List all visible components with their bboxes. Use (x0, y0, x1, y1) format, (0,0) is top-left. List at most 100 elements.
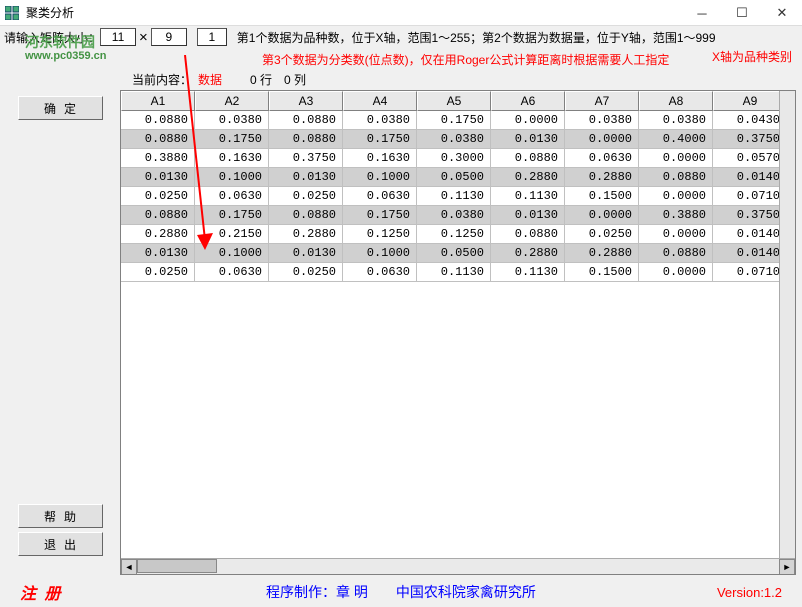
table-cell[interactable]: 0.0130 (121, 168, 195, 187)
table-cell[interactable]: 0.1000 (343, 168, 417, 187)
table-cell[interactable]: 0.2880 (491, 168, 565, 187)
column-header[interactable]: A8 (639, 91, 713, 111)
scroll-left-button[interactable]: ◄ (121, 559, 137, 575)
table-cell[interactable]: 0.1500 (565, 263, 639, 282)
table-cell[interactable]: 0.1130 (417, 187, 491, 206)
table-cell[interactable]: 0.2880 (565, 244, 639, 263)
table-cell[interactable]: 0.0380 (565, 111, 639, 130)
table-cell[interactable]: 0.0630 (343, 187, 417, 206)
table-cell[interactable]: 0.0880 (639, 168, 713, 187)
table-cell[interactable]: 0.0250 (269, 187, 343, 206)
help-button[interactable]: 帮助 (18, 504, 103, 528)
table-cell[interactable]: 0.1500 (565, 187, 639, 206)
table-cell[interactable]: 0.1750 (195, 206, 269, 225)
cols-input[interactable] (151, 28, 187, 46)
table-cell[interactable]: 0.1130 (491, 263, 565, 282)
table-cell[interactable]: 0.0710 (713, 187, 787, 206)
vertical-scrollbar[interactable] (779, 91, 795, 558)
scroll-right-button[interactable]: ► (779, 559, 795, 575)
table-cell[interactable]: 0.0130 (269, 168, 343, 187)
table-cell[interactable]: 0.0250 (269, 263, 343, 282)
table-cell[interactable]: 0.1130 (417, 263, 491, 282)
column-header[interactable]: A4 (343, 91, 417, 111)
table-cell[interactable]: 0.0140 (713, 168, 787, 187)
table-cell[interactable]: 0.0130 (491, 206, 565, 225)
column-header[interactable]: A9 (713, 91, 787, 111)
table-cell[interactable]: 0.0630 (565, 149, 639, 168)
table-cell[interactable]: 0.0880 (121, 130, 195, 149)
column-header[interactable]: A7 (565, 91, 639, 111)
table-cell[interactable]: 0.0000 (491, 111, 565, 130)
column-header[interactable]: A2 (195, 91, 269, 111)
table-cell[interactable]: 0.1630 (343, 149, 417, 168)
column-header[interactable]: A5 (417, 91, 491, 111)
table-cell[interactable]: 0.2880 (269, 225, 343, 244)
table-cell[interactable]: 0.0380 (639, 111, 713, 130)
table-cell[interactable]: 0.0380 (417, 130, 491, 149)
table-cell[interactable]: 0.2880 (565, 168, 639, 187)
scroll-thumb[interactable] (137, 559, 217, 573)
table-cell[interactable]: 0.0250 (121, 263, 195, 282)
table-cell[interactable]: 0.0000 (639, 149, 713, 168)
table-cell[interactable]: 0.0380 (195, 111, 269, 130)
table-cell[interactable]: 0.0630 (195, 187, 269, 206)
table-cell[interactable]: 0.0430 (713, 111, 787, 130)
horizontal-scrollbar[interactable]: ◄ ► (121, 558, 795, 574)
table-cell[interactable]: 0.0880 (491, 149, 565, 168)
minimize-button[interactable]: ─ (682, 0, 722, 26)
table-cell[interactable]: 0.1250 (343, 225, 417, 244)
table-cell[interactable]: 0.0880 (121, 111, 195, 130)
groups-input[interactable] (197, 28, 227, 46)
table-cell[interactable]: 0.0380 (343, 111, 417, 130)
table-cell[interactable]: 0.0000 (639, 263, 713, 282)
table-cell[interactable]: 0.1750 (343, 130, 417, 149)
close-button[interactable]: ✕ (762, 0, 802, 26)
exit-button[interactable]: 退出 (18, 532, 103, 556)
table-cell[interactable]: 0.1000 (195, 244, 269, 263)
table-cell[interactable]: 0.1250 (417, 225, 491, 244)
table-cell[interactable]: 0.2880 (121, 225, 195, 244)
table-cell[interactable]: 0.1630 (195, 149, 269, 168)
column-header[interactable]: A3 (269, 91, 343, 111)
table-cell[interactable]: 0.0380 (417, 206, 491, 225)
table-cell[interactable]: 0.1750 (417, 111, 491, 130)
table-cell[interactable]: 0.3880 (639, 206, 713, 225)
table-cell[interactable]: 0.2880 (491, 244, 565, 263)
table-cell[interactable]: 0.0000 (565, 130, 639, 149)
column-header[interactable]: A6 (491, 91, 565, 111)
table-cell[interactable]: 0.0630 (195, 263, 269, 282)
table-cell[interactable]: 0.1000 (195, 168, 269, 187)
table-cell[interactable]: 0.1130 (491, 187, 565, 206)
table-cell[interactable]: 0.0000 (565, 206, 639, 225)
table-cell[interactable]: 0.0880 (121, 206, 195, 225)
table-cell[interactable]: 0.0570 (713, 149, 787, 168)
table-cell[interactable]: 0.3000 (417, 149, 491, 168)
table-cell[interactable]: 0.0000 (639, 225, 713, 244)
table-cell[interactable]: 0.0130 (491, 130, 565, 149)
table-cell[interactable]: 0.0500 (417, 168, 491, 187)
table-cell[interactable]: 0.0710 (713, 263, 787, 282)
rows-input[interactable] (100, 28, 136, 46)
table-cell[interactable]: 0.0130 (121, 244, 195, 263)
table-cell[interactable]: 0.0250 (121, 187, 195, 206)
table-cell[interactable]: 0.1750 (343, 206, 417, 225)
column-header[interactable]: A1 (121, 91, 195, 111)
table-cell[interactable]: 0.1750 (195, 130, 269, 149)
table-cell[interactable]: 0.0140 (713, 244, 787, 263)
table-cell[interactable]: 0.0630 (343, 263, 417, 282)
data-table[interactable]: A1A2A3A4A5A6A7A8A90.08800.03800.08800.03… (120, 90, 796, 575)
maximize-button[interactable]: ☐ (722, 0, 762, 26)
table-cell[interactable]: 0.3880 (121, 149, 195, 168)
table-cell[interactable]: 0.0140 (713, 225, 787, 244)
table-cell[interactable]: 0.3750 (269, 149, 343, 168)
table-cell[interactable]: 0.0880 (269, 130, 343, 149)
table-cell[interactable]: 0.0500 (417, 244, 491, 263)
table-cell[interactable]: 0.2150 (195, 225, 269, 244)
table-cell[interactable]: 0.0880 (269, 206, 343, 225)
table-cell[interactable]: 0.0880 (639, 244, 713, 263)
scroll-track[interactable] (137, 559, 779, 574)
confirm-button[interactable]: 确定 (18, 96, 103, 120)
table-cell[interactable]: 0.0000 (639, 187, 713, 206)
table-cell[interactable]: 0.1000 (343, 244, 417, 263)
table-cell[interactable]: 0.3750 (713, 206, 787, 225)
